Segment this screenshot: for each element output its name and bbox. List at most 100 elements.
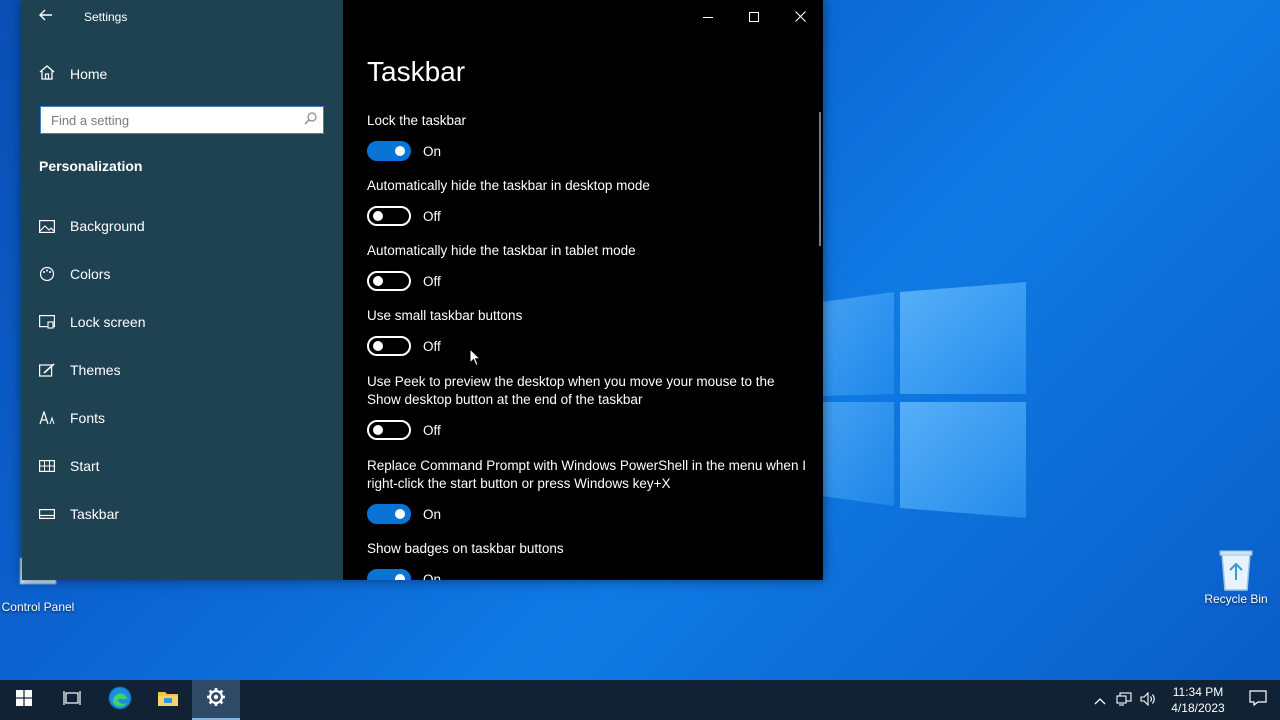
- windows-wallpaper-logo: [822, 282, 1026, 518]
- setting-label: Automatically hide the taskbar in deskto…: [367, 178, 650, 193]
- close-icon: [794, 9, 806, 25]
- settings-window: Settings Home Personalization Background: [22, 0, 823, 580]
- start-grid-icon: [38, 460, 56, 472]
- title-bar[interactable]: Settings: [22, 0, 343, 34]
- nav-home[interactable]: Home: [38, 62, 107, 86]
- network-button[interactable]: [1112, 680, 1136, 720]
- action-center-button[interactable]: [1236, 680, 1280, 720]
- sidebar-item-lock-screen[interactable]: Lock screen: [22, 298, 343, 346]
- toggle-state: Off: [423, 422, 441, 438]
- toggle-state: On: [423, 571, 442, 581]
- sidebar-item-colors[interactable]: Colors: [22, 250, 343, 298]
- sidebar-item-background[interactable]: Background: [22, 202, 343, 250]
- sidebar-item-label: Start: [70, 458, 100, 474]
- taskbar: 11:34 PM 4/18/2023: [0, 680, 1280, 720]
- sidebar-item-label: Taskbar: [70, 506, 120, 522]
- recycle-bin-icon: [1216, 548, 1256, 591]
- toggle-switch[interactable]: [367, 504, 411, 524]
- toggle-switch[interactable]: [367, 141, 411, 161]
- home-icon: [38, 65, 56, 83]
- desktop-icon-recycle-bin[interactable]: Recycle Bin: [1198, 548, 1274, 607]
- window-title: Settings: [84, 10, 128, 24]
- file-explorer-icon: [157, 689, 179, 712]
- sidebar-item-label: Colors: [70, 266, 111, 282]
- start-button[interactable]: [0, 680, 48, 720]
- sidebar-item-label: Background: [70, 218, 145, 234]
- image-icon: [38, 219, 56, 233]
- sidebar-item-themes[interactable]: Themes: [22, 346, 343, 394]
- toggle-switch[interactable]: [367, 569, 411, 580]
- task-view-button[interactable]: [48, 680, 96, 720]
- clock-time: 11:34 PM: [1172, 685, 1224, 699]
- toggle-switch[interactable]: [367, 271, 411, 291]
- windows-start-icon: [16, 689, 32, 711]
- clock[interactable]: 11:34 PM 4/18/2023: [1160, 684, 1236, 716]
- sidebar-item-label: Themes: [70, 362, 121, 378]
- file-explorer-button[interactable]: [144, 680, 192, 720]
- show-hidden-icons-button[interactable]: [1088, 680, 1112, 720]
- minimize-icon: [703, 9, 713, 25]
- search-box[interactable]: [40, 106, 324, 134]
- setting-powershell: Replace Command Prompt with Windows Powe…: [367, 457, 807, 525]
- setting-label: Use Peek to preview the desktop when you…: [367, 374, 775, 407]
- setting-label: Lock the taskbar: [367, 113, 467, 128]
- setting-peek: Use Peek to preview the desktop when you…: [367, 373, 807, 441]
- volume-button[interactable]: [1136, 680, 1160, 720]
- desktop-icon-label: Recycle Bin: [1204, 592, 1268, 606]
- maximize-icon: [749, 9, 759, 25]
- window-controls: [685, 0, 823, 34]
- fonts-icon: [38, 411, 56, 425]
- sidebar-item-start[interactable]: Start: [22, 442, 343, 490]
- setting-label: Replace Command Prompt with Windows Powe…: [367, 458, 806, 491]
- settings-taskbar-button[interactable]: [192, 680, 240, 720]
- toggle-state: Off: [423, 273, 441, 289]
- network-icon: [1116, 691, 1132, 709]
- brush-icon: [38, 363, 56, 377]
- toggle-state: Off: [423, 338, 441, 354]
- system-tray: 11:34 PM 4/18/2023: [1088, 680, 1280, 720]
- setting-label: Use small taskbar buttons: [367, 308, 523, 323]
- volume-icon: [1140, 691, 1156, 709]
- scrollbar[interactable]: [819, 112, 821, 246]
- setting-label: Automatically hide the taskbar in tablet…: [367, 243, 636, 258]
- taskbar-icon: [38, 509, 56, 519]
- nav-home-label: Home: [70, 66, 108, 82]
- chevron-up-icon: [1094, 693, 1106, 708]
- clock-date: 4/18/2023: [1171, 701, 1225, 715]
- edge-button[interactable]: [96, 680, 144, 720]
- setting-autohide-tablet: Automatically hide the taskbar in tablet…: [367, 242, 807, 292]
- toggle-switch[interactable]: [367, 420, 411, 440]
- sidebar-item-label: Fonts: [70, 410, 106, 426]
- toggle-switch[interactable]: [367, 206, 411, 226]
- close-button[interactable]: [777, 0, 823, 34]
- sidebar-item-fonts[interactable]: Fonts: [22, 394, 343, 442]
- toggle-state: On: [423, 506, 442, 522]
- toggle-switch[interactable]: [367, 336, 411, 356]
- setting-badges: Show badges on taskbar buttons On: [367, 540, 807, 580]
- search-input[interactable]: [41, 112, 297, 128]
- sidebar-item-taskbar[interactable]: Taskbar: [22, 490, 343, 538]
- desktop-icon-label: Control Panel: [1, 600, 75, 614]
- settings-content: Taskbar Lock the taskbar On Automaticall…: [343, 0, 823, 580]
- sidebar-item-label: Lock screen: [70, 314, 146, 330]
- mouse-cursor-icon: [469, 348, 481, 367]
- search-icon[interactable]: [297, 112, 323, 128]
- back-arrow-icon: [39, 8, 53, 26]
- section-title: Personalization: [39, 158, 143, 174]
- toggle-state: On: [423, 143, 442, 159]
- nav-list: Background Colors Lock screen Themes Fon…: [22, 202, 343, 538]
- maximize-button[interactable]: [731, 0, 777, 34]
- edge-icon: [108, 686, 132, 715]
- toggle-state: Off: [423, 208, 441, 224]
- task-view-icon: [63, 690, 81, 711]
- back-button[interactable]: [22, 0, 70, 34]
- action-center-icon: [1249, 689, 1267, 711]
- setting-autohide-desktop: Automatically hide the taskbar in deskto…: [367, 177, 807, 227]
- minimize-button[interactable]: [685, 0, 731, 34]
- palette-icon: [38, 266, 56, 282]
- setting-lock-taskbar: Lock the taskbar On: [367, 112, 807, 162]
- lock-screen-icon: [38, 315, 56, 329]
- setting-label: Show badges on taskbar buttons: [367, 541, 564, 556]
- settings-gear-icon: [206, 687, 226, 712]
- page-title: Taskbar: [367, 56, 466, 87]
